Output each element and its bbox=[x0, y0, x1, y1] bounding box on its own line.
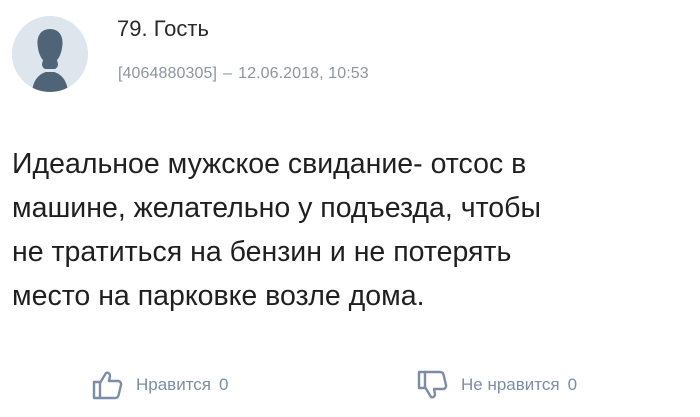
comment-meta: [4064880305] –12.06.2018, 10:53 bbox=[118, 65, 369, 83]
comment-card: 79. Гость [4064880305] –12.06.2018, 10:53… bbox=[0, 0, 700, 417]
thumbs-up-icon bbox=[92, 371, 123, 400]
comment-text-line: машине, желательно у подъезда, чтобы bbox=[12, 192, 541, 224]
dislike-count: 0 bbox=[567, 375, 578, 394]
dislike-button[interactable]: Не нравится 0 bbox=[415, 368, 577, 402]
thumbs-down-icon bbox=[417, 370, 448, 399]
comment-text: Идеальное мужское свидание- отсос в маши… bbox=[12, 142, 692, 318]
comment-text-line: Идеальное мужское свидание- отсос в bbox=[12, 148, 527, 180]
like-label: Нравится bbox=[136, 375, 212, 394]
comment-text-line: не тратиться на бензин и не потерять bbox=[12, 236, 512, 268]
comment-author[interactable]: 79. Гость bbox=[117, 16, 209, 42]
meta-separator: – bbox=[223, 65, 233, 82]
comment-datetime: 12.06.2018, 10:53 bbox=[238, 65, 369, 82]
like-button[interactable]: Нравится 0 bbox=[90, 368, 228, 402]
user-silhouette-icon bbox=[12, 16, 88, 92]
like-count: 0 bbox=[219, 375, 229, 394]
user-id: [4064880305] bbox=[118, 65, 218, 82]
avatar[interactable] bbox=[12, 16, 88, 92]
comment-text-line: место на парковке возле дома. bbox=[12, 280, 425, 312]
dislike-label: Не нравится bbox=[461, 375, 560, 394]
